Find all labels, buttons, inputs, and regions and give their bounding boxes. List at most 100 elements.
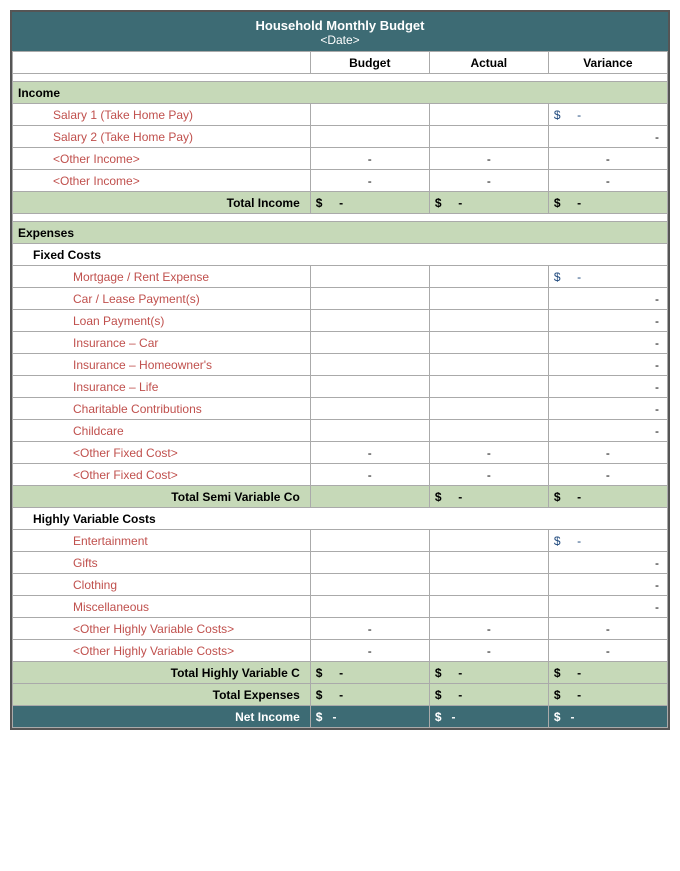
other-var1-actual[interactable]: - [429,618,548,640]
other-var2-budget[interactable]: - [310,640,429,662]
other-var2-label: <Other Highly Variable Costs> [13,640,311,662]
insurance-home-label: Insurance – Homeowner's [13,354,311,376]
total-expenses-row: Total Expenses $ - $ - $ - [13,684,668,706]
entertainment-label: Entertainment [13,530,311,552]
clothing-label: Clothing [13,574,311,596]
car-label: Car / Lease Payment(s) [13,288,311,310]
other-fixed2-label: <Other Fixed Cost> [13,464,311,486]
col-header-label [13,52,311,74]
gifts-variance[interactable]: - [548,552,667,574]
other-fixed1-variance[interactable]: - [548,442,667,464]
highly-variable-header: Highly Variable Costs [13,508,668,530]
total-income-actual: $ - [429,192,548,214]
salary1-label: Salary 1 (Take Home Pay) [13,104,311,126]
col-header-variance: Variance [548,52,667,74]
income-section-header: Income [13,82,668,104]
other-fixed1-label: <Other Fixed Cost> [13,442,311,464]
mortgage-variance[interactable]: $ - [548,266,667,288]
net-income-actual: $ - [429,706,548,728]
charitable-label: Charitable Contributions [13,398,311,420]
total-income-label: Total Income [13,192,311,214]
entertainment-variance[interactable]: $ - [548,530,667,552]
other-income1-label: <Other Income> [13,148,311,170]
table-row: <Other Income> - - - [13,148,668,170]
other-income1-actual[interactable]: - [429,148,548,170]
other-fixed1-budget[interactable]: - [310,442,429,464]
col-header-budget: Budget [310,52,429,74]
loan-label: Loan Payment(s) [13,310,311,332]
total-expenses-variance: $ - [548,684,667,706]
other-var2-variance[interactable]: - [548,640,667,662]
total-semi-variance: $ - [548,486,667,508]
total-var-actual: $ - [429,662,548,684]
other-var1-label: <Other Highly Variable Costs> [13,618,311,640]
other-fixed2-variance[interactable]: - [548,464,667,486]
total-highly-variable-label: Total Highly Variable C [13,662,311,684]
other-var1-budget[interactable]: - [310,618,429,640]
insurance-life-variance[interactable]: - [548,376,667,398]
expenses-section-header: Expenses [13,222,668,244]
spreadsheet-subtitle: <Date> [12,33,668,47]
table-row: Clothing - [13,574,668,596]
other-income1-variance[interactable]: - [548,148,667,170]
insurance-car-variance[interactable]: - [548,332,667,354]
col-header-actual: Actual [429,52,548,74]
total-expenses-actual: $ - [429,684,548,706]
childcare-label: Childcare [13,420,311,442]
table-row: Entertainment $ - [13,530,668,552]
childcare-variance[interactable]: - [548,420,667,442]
total-income-budget: $ - [310,192,429,214]
fixed-costs-header: Fixed Costs [13,244,668,266]
other-fixed2-actual[interactable]: - [429,464,548,486]
other-fixed2-budget[interactable]: - [310,464,429,486]
net-income-budget: $ - [310,706,429,728]
total-semi-actual: $ - [429,486,548,508]
charitable-variance[interactable]: - [548,398,667,420]
other-income2-actual[interactable]: - [429,170,548,192]
total-income-variance: $ - [548,192,667,214]
net-income-variance: $ - [548,706,667,728]
table-row: <Other Highly Variable Costs> - - - [13,618,668,640]
spreadsheet-title: Household Monthly Budget [12,18,668,33]
total-semi-variable-label: Total Semi Variable Co [13,486,311,508]
total-semi-variable-row: Total Semi Variable Co $ - $ - [13,486,668,508]
total-expenses-budget: $ - [310,684,429,706]
spreadsheet-container: Household Monthly Budget <Date> Budget A… [10,10,670,730]
total-var-variance: $ - [548,662,667,684]
gifts-label: Gifts [13,552,311,574]
mortgage-label: Mortgage / Rent Expense [13,266,311,288]
misc-variance[interactable]: - [548,596,667,618]
car-variance[interactable]: - [548,288,667,310]
table-row: Miscellaneous - [13,596,668,618]
other-income2-budget[interactable]: - [310,170,429,192]
clothing-variance[interactable]: - [548,574,667,596]
other-var1-variance[interactable]: - [548,618,667,640]
total-var-budget: $ - [310,662,429,684]
table-row: <Other Income> - - - [13,170,668,192]
other-var2-actual[interactable]: - [429,640,548,662]
table-row: Insurance – Homeowner's - [13,354,668,376]
salary2-variance[interactable]: - [548,126,667,148]
other-income2-variance[interactable]: - [548,170,667,192]
net-income-row: Net Income $ - $ - $ - [13,706,668,728]
loan-variance[interactable]: - [548,310,667,332]
insurance-home-variance[interactable]: - [548,354,667,376]
table-row: Salary 1 (Take Home Pay) $ - [13,104,668,126]
other-income1-budget[interactable]: - [310,148,429,170]
table-row: Car / Lease Payment(s) - [13,288,668,310]
table-row: Salary 2 (Take Home Pay) - [13,126,668,148]
salary1-variance[interactable]: $ - [548,104,667,126]
table-row: Charitable Contributions - [13,398,668,420]
net-income-label: Net Income [13,706,311,728]
table-row: <Other Fixed Cost> - - - [13,464,668,486]
salary2-label: Salary 2 (Take Home Pay) [13,126,311,148]
table-row: Loan Payment(s) - [13,310,668,332]
salary1-budget[interactable] [310,104,429,126]
total-income-row: Total Income $ - $ - $ - [13,192,668,214]
salary1-actual[interactable] [429,104,548,126]
table-row: Mortgage / Rent Expense $ - [13,266,668,288]
table-row: Insurance – Car - [13,332,668,354]
other-fixed1-actual[interactable]: - [429,442,548,464]
total-expenses-label: Total Expenses [13,684,311,706]
table-row: <Other Fixed Cost> - - - [13,442,668,464]
